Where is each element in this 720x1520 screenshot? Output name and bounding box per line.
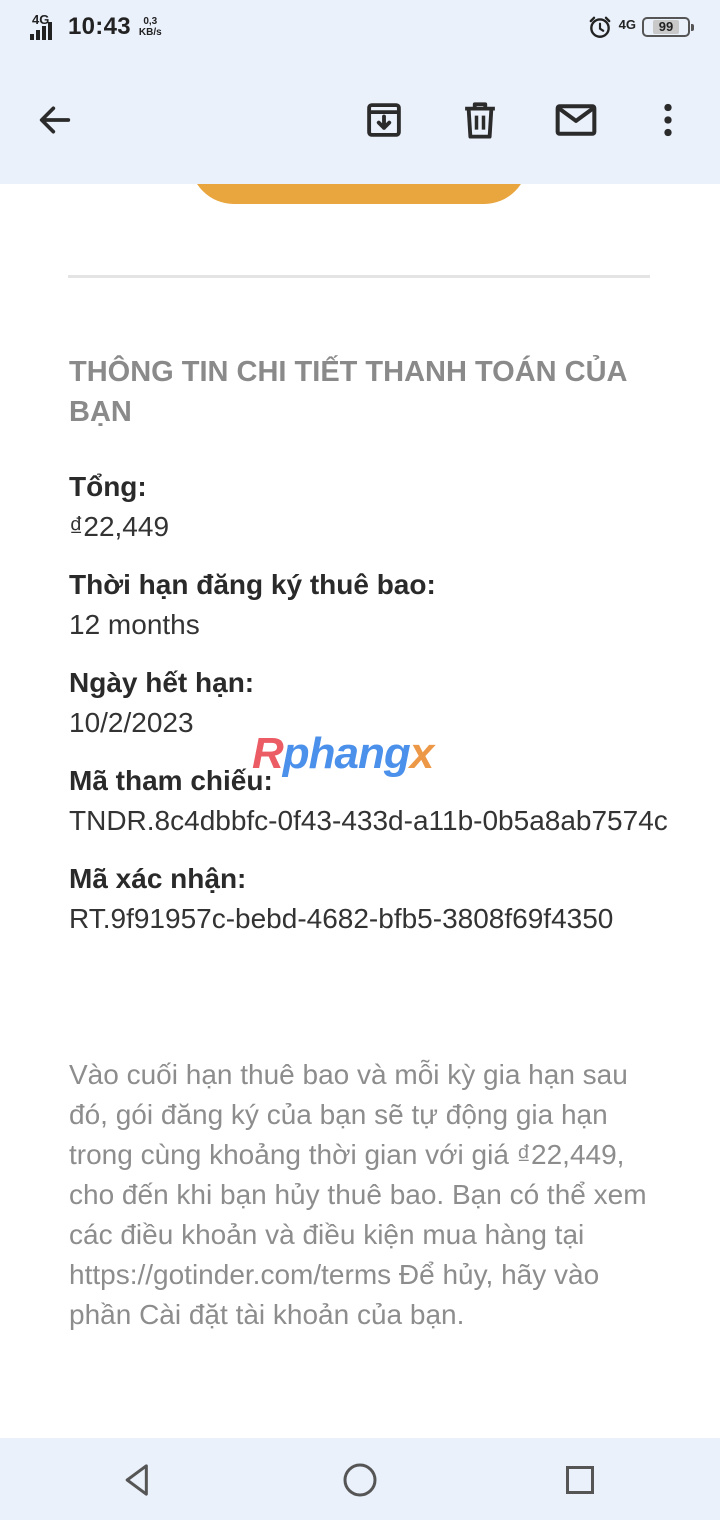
network-type-right: 4G	[618, 16, 636, 32]
nav-home-icon	[343, 1463, 377, 1497]
more-vert-icon	[664, 103, 672, 137]
battery-level: 99	[652, 20, 680, 34]
alarm-icon	[589, 16, 611, 38]
email-body: THÔNG TIN CHI TIẾT THANH TOÁN CỦA BẠN Tổ…	[0, 184, 720, 1438]
battery-icon: 99	[642, 17, 694, 37]
nav-home-button[interactable]	[336, 1456, 384, 1504]
nav-recents-button[interactable]	[556, 1456, 604, 1504]
watermark-first: R	[252, 729, 284, 778]
detail-row-total: Tổng: ₫22,449	[69, 467, 669, 547]
top-chrome: 4G 10:43 0,3 KB/s 4G 99	[0, 0, 720, 184]
network-speed-unit: KB/s	[138, 27, 162, 38]
mark-unread-icon	[555, 104, 597, 136]
nav-recents-icon	[566, 1466, 594, 1494]
cta-button[interactable]	[190, 184, 528, 204]
nav-back-icon	[125, 1464, 148, 1496]
archive-button[interactable]	[360, 96, 408, 144]
detail-value: ₫22,449	[69, 511, 170, 542]
signal-icon: 4G	[30, 12, 62, 42]
network-speed: 0,3 KB/s	[139, 16, 162, 38]
navigation-bar	[0, 1438, 720, 1520]
detail-value: RT.9f91957c-bebd-4682-bfb5-3808f69f4350	[69, 903, 614, 934]
detail-label: Thời hạn đăng ký thuê bao:	[69, 569, 436, 600]
watermark-middle: phang	[282, 729, 411, 778]
mark-unread-button[interactable]	[552, 96, 600, 144]
nav-back-button[interactable]	[114, 1456, 162, 1504]
detail-row-confirmation: Mã xác nhận: RT.9f91957c-bebd-4682-bfb5-…	[69, 859, 669, 939]
detail-row-term: Thời hạn đăng ký thuê bao: 12 months	[69, 565, 669, 645]
back-arrow-icon	[39, 106, 71, 134]
payment-details: Tổng: ₫22,449 Thời hạn đăng ký thuê bao:…	[69, 467, 669, 957]
detail-label: Ngày hết hạn:	[69, 667, 255, 698]
archive-icon	[367, 103, 401, 137]
delete-icon	[465, 102, 495, 139]
watermark-last: x	[409, 729, 435, 778]
detail-value: TNDR.8c4dbbfc-0f43-433d-a11b-0b5a8ab7574…	[69, 805, 668, 836]
section-title: THÔNG TIN CHI TIẾT THANH TOÁN CỦA BẠN	[69, 356, 627, 428]
delete-button[interactable]	[456, 96, 504, 144]
detail-label: Tổng:	[69, 471, 147, 502]
watermark: Rphangx	[252, 729, 435, 779]
detail-label: Mã xác nhận:	[69, 863, 247, 894]
renewal-note: Vào cuối hạn thuê bao và mỗi kỳ gia hạn …	[69, 1059, 647, 1330]
email-toolbar	[0, 56, 720, 184]
back-button[interactable]	[31, 96, 79, 144]
divider	[68, 275, 650, 278]
detail-value: 12 months	[69, 609, 200, 640]
network-speed-value: 0,3	[143, 16, 158, 27]
status-bar: 4G 10:43 0,3 KB/s 4G 99	[0, 0, 720, 56]
more-options-button[interactable]	[644, 96, 692, 144]
clock: 10:43	[68, 13, 131, 40]
status-right: 4G 99	[587, 14, 694, 40]
status-left: 4G 10:43 0,3 KB/s	[30, 12, 162, 42]
